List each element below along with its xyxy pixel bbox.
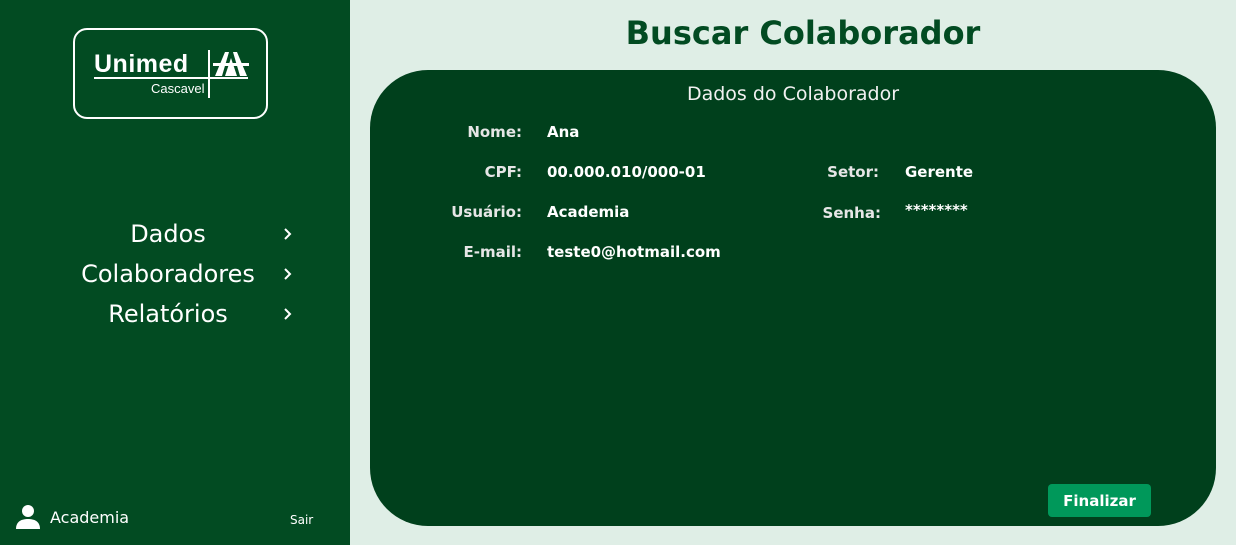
sidebar-item-relatorios[interactable]: Relatórios [0,294,350,334]
nome-value: Ana [547,123,580,141]
senha-label: Senha: [822,204,881,222]
user-icon [16,505,40,529]
finish-button[interactable]: Finalizar [1048,484,1151,517]
senha-value: ******** [905,201,968,219]
usuario-label: Usuário: [451,203,522,221]
email-value: teste0@hotmail.com [547,243,721,261]
setor-value: Gerente [905,163,974,181]
sidebar: Unimed Cascavel Dados Colaboradores Rela… [0,0,350,545]
page-title: Buscar Colaborador [625,14,981,52]
sidebar-item-dados[interactable]: Dados [0,214,350,254]
logo-brand: Unimed [94,50,189,78]
card-title: Dados do Colaborador [686,83,900,105]
usuario-value: Academia [547,203,630,221]
cpf-value: 00.000.010/000-01 [547,163,706,181]
nome-label: Nome: [467,123,522,141]
chevron-right-icon [284,268,292,280]
tree-logo-icon [213,52,249,76]
unimed-logo: Unimed Cascavel [73,28,268,119]
collaborator-card: Dados do Colaborador Nome: Ana CPF: 00.0… [370,70,1216,526]
logo-city: Cascavel [151,81,205,96]
email-label: E-mail: [463,243,522,261]
logout-link[interactable]: Sair [290,513,313,527]
cpf-label: CPF: [484,163,522,181]
setor-label: Setor: [827,163,879,181]
logo-divider [208,50,210,98]
chevron-right-icon [284,228,292,240]
user-name: Academia [50,508,130,527]
user-row: Academia Sair [16,502,336,532]
sidebar-item-colaboradores[interactable]: Colaboradores [0,254,350,294]
chevron-right-icon [284,308,292,320]
sidebar-nav: Dados Colaboradores Relatórios [0,214,350,334]
